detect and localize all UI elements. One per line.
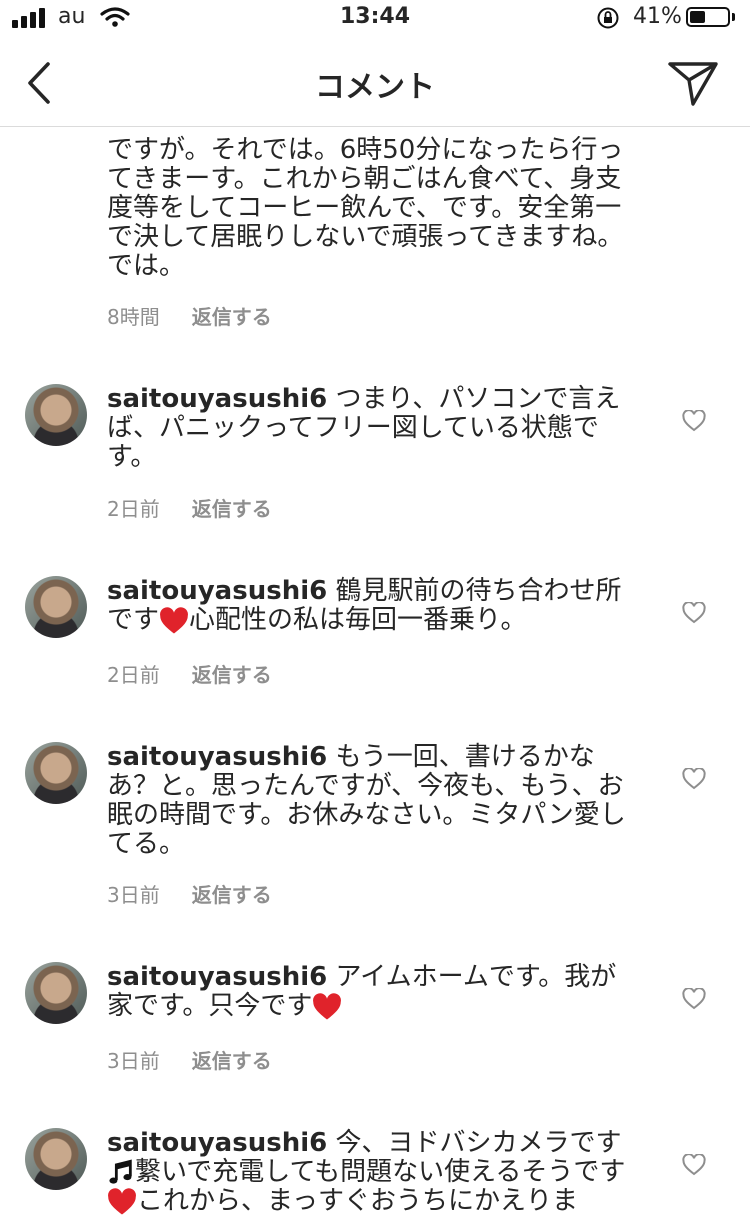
comment-time: 2日前: [107, 663, 160, 687]
comment-meta: 3日前 返信する: [107, 1045, 272, 1074]
heart-outline-icon[interactable]: [682, 768, 706, 790]
comment-time: 8時間: [107, 305, 160, 329]
heart-outline-icon[interactable]: [682, 602, 706, 624]
comment-body-part: 心配性の私は毎回一番乗り。: [189, 605, 527, 635]
red-heart-icon: [313, 992, 342, 1019]
comment-text: saitouyasushi6 今、ヨドバシカメラです 繋いで充電しても問題ない使…: [107, 1129, 637, 1216]
paper-plane-icon[interactable]: [666, 58, 720, 108]
comment-username[interactable]: saitouyasushi6: [107, 384, 327, 414]
comment-text: saitouyasushi6 つまり、パソコンで言えば、パニックってフリー図して…: [107, 385, 637, 472]
avatar[interactable]: [25, 1128, 87, 1190]
comment-text: saitouyasushi6 もう一回、書けるかなあ？と。思ったんですが、今夜も…: [107, 743, 637, 859]
avatar[interactable]: [25, 742, 87, 804]
heart-outline-icon[interactable]: [682, 410, 706, 432]
avatar[interactable]: [25, 384, 87, 446]
comment-text: saitouyasushi6 アイムホームです。我が家です。只今です: [107, 963, 637, 1021]
reply-button[interactable]: 返信する: [192, 659, 272, 688]
comment-meta: 2日前 返信する: [107, 659, 272, 688]
red-heart-icon: [108, 1187, 136, 1214]
avatar[interactable]: [25, 576, 87, 638]
comment-text: saitouyasushi6 鶴見駅前の待ち合わせ所です 心配性の私は毎回一番乗り…: [107, 577, 637, 635]
comment-body-part: 繋いで充電しても問題ない使えるそうです: [135, 1157, 626, 1187]
comment-text: ですが。それでは。6時50分になったら行っ てきまーす。これから朝ごはん食べて、…: [107, 135, 624, 281]
heart-outline-icon[interactable]: [682, 1154, 706, 1176]
comment-meta: 3日前 返信する: [107, 879, 272, 908]
comment-body-part: これから、まっすぐおうちにかえりま: [137, 1186, 578, 1216]
reply-button[interactable]: 返信する: [192, 1045, 272, 1074]
comments-list[interactable]: ですが。それでは。6時50分になったら行っ てきまーす。これから朝ごはん食べて、…: [0, 0, 750, 1216]
comment-time: 3日前: [107, 883, 160, 907]
red-heart-icon: [160, 606, 188, 633]
comment-meta: 8時間 返信する: [107, 301, 272, 330]
page-title: コメント: [315, 70, 435, 105]
comment-username[interactable]: saitouyasushi6: [107, 962, 327, 992]
musical-notes-icon: [109, 1159, 132, 1184]
comment-time: 3日前: [107, 1049, 160, 1073]
nav-header: コメント: [0, 40, 750, 127]
comment-body-part: 今、ヨドバシカメラです: [335, 1128, 622, 1158]
reply-button[interactable]: 返信する: [192, 493, 272, 522]
avatar[interactable]: [25, 962, 87, 1024]
comment-meta: 2日前 返信する: [107, 493, 272, 522]
comment-username[interactable]: saitouyasushi6: [107, 576, 327, 606]
reply-button[interactable]: 返信する: [192, 879, 272, 908]
heart-outline-icon[interactable]: [682, 988, 706, 1010]
reply-button[interactable]: 返信する: [192, 301, 272, 330]
comment-username[interactable]: saitouyasushi6: [107, 1128, 327, 1158]
comment-username[interactable]: saitouyasushi6: [107, 742, 327, 772]
comment-time: 2日前: [107, 497, 160, 521]
